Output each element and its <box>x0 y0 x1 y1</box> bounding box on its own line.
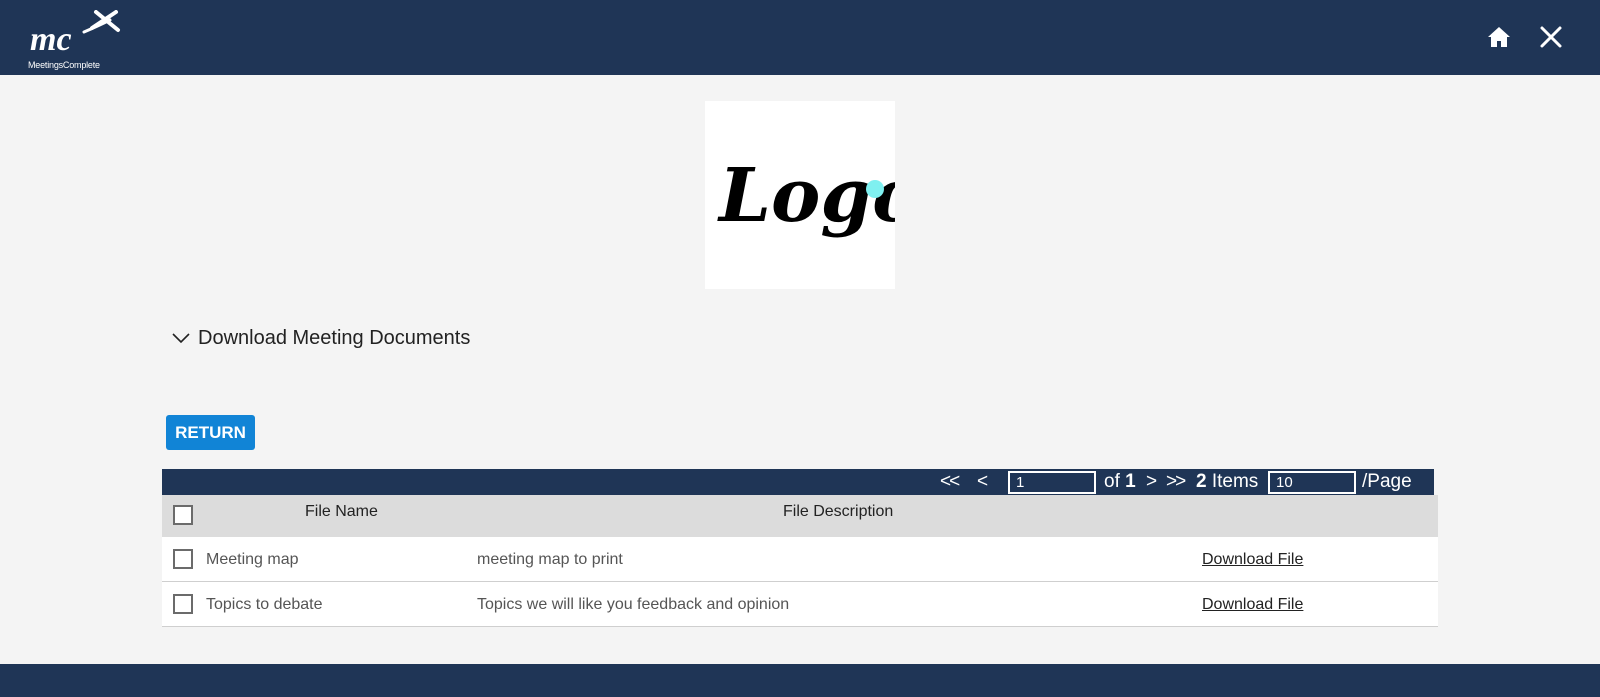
total-pages-value: 1 <box>1125 471 1136 492</box>
last-page-button[interactable]: >> <box>1166 469 1186 495</box>
file-name-cell: Meeting map <box>206 551 299 568</box>
mc-plane-logo-icon: mc <box>30 10 120 58</box>
top-bar: mc MeetingsComplete <box>0 0 1600 75</box>
event-logo-text: Logo <box>717 153 895 239</box>
page-number-input[interactable] <box>1008 471 1096 494</box>
pagination-bar: << < of 1 > >> 2 Items /Page <box>162 469 1434 495</box>
first-page-button[interactable]: << <box>940 469 960 495</box>
table-header: File Name File Description <box>162 495 1438 537</box>
table-row: Meeting map meeting map to print Downloa… <box>162 537 1438 582</box>
svg-text:mc: mc <box>30 21 72 58</box>
row-checkbox[interactable] <box>173 594 193 614</box>
brand-logo: mc MeetingsComplete <box>26 10 126 70</box>
of-label: of <box>1104 471 1120 492</box>
page-size-input[interactable] <box>1268 471 1356 494</box>
documents-table: File Name File Description Meeting map m… <box>162 495 1438 627</box>
items-label: Items <box>1211 471 1259 492</box>
home-icon[interactable] <box>1486 24 1512 50</box>
per-page-label: /Page <box>1362 471 1412 492</box>
brand-text: MeetingsComplete <box>28 60 100 70</box>
download-file-link[interactable]: Download File <box>1202 582 1303 627</box>
file-name-cell: Topics to debate <box>206 596 323 613</box>
column-header-file-description: File Description <box>783 503 894 520</box>
event-logo: Logo <box>705 101 922 289</box>
return-button[interactable]: RETURN <box>166 415 255 450</box>
previous-page-button[interactable]: < <box>977 469 988 495</box>
footer-bar <box>0 664 1600 697</box>
download-file-link[interactable]: Download File <box>1202 537 1303 582</box>
download-documents-section-toggle[interactable]: Download Meeting Documents <box>172 325 470 351</box>
chevron-down-icon <box>172 333 190 344</box>
total-pages-label: of 1 <box>1104 469 1136 495</box>
section-title: Download Meeting Documents <box>198 326 471 349</box>
table-row: Topics to debate Topics we will like you… <box>162 582 1438 627</box>
select-all-checkbox[interactable] <box>173 505 193 525</box>
file-description-cell: Topics we will like you feedback and opi… <box>477 596 790 613</box>
item-count-value: 2 <box>1196 471 1207 492</box>
file-description-cell: meeting map to print <box>477 551 623 568</box>
item-count-label: 2 Items <box>1196 469 1258 495</box>
column-header-file-name: File Name <box>305 503 378 520</box>
next-page-button[interactable]: > <box>1146 469 1157 495</box>
row-checkbox[interactable] <box>173 549 193 569</box>
close-icon[interactable] <box>1538 24 1564 50</box>
